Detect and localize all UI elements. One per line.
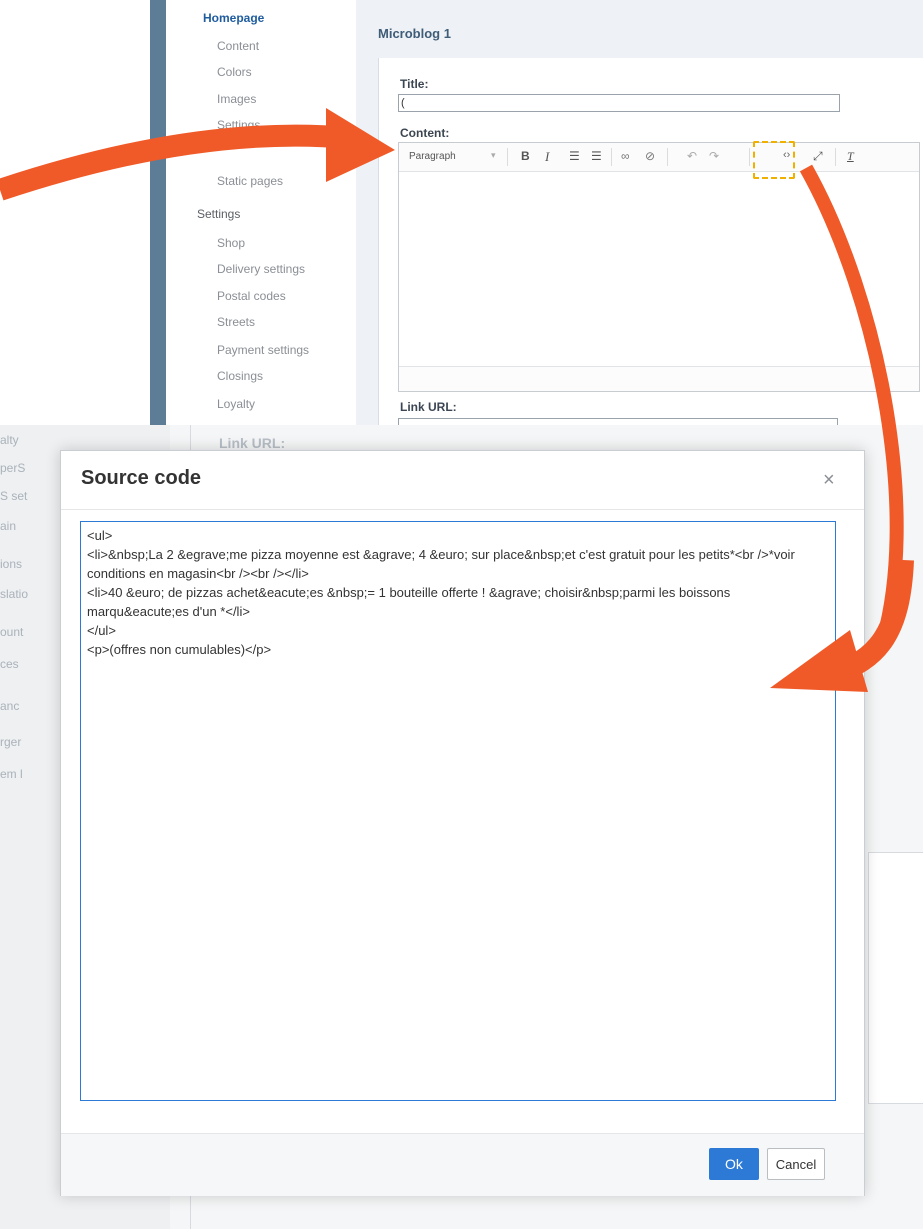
rich-text-editor[interactable]: Paragraph ▾ B I ☰ ☰ ∞ ⊘ ↶ ↷ ‹› ⤢ T xyxy=(398,142,920,392)
link-url-label: Link URL: xyxy=(400,400,457,414)
editor-toolbar: Paragraph ▾ B I ☰ ☰ ∞ ⊘ ↶ ↷ ‹› ⤢ T xyxy=(399,143,919,172)
dialog-title: Source code xyxy=(81,467,202,489)
toolbar-divider xyxy=(507,148,508,166)
sidebar-fragment: alty xyxy=(0,433,19,447)
bullet-list-icon[interactable]: ☰ xyxy=(591,149,602,163)
sidebar-fragment: slatio xyxy=(0,587,29,601)
editor-statusbar xyxy=(399,366,919,391)
sidebar-item-content[interactable]: Content xyxy=(217,39,259,53)
source-code-textarea[interactable]: <ul> <li>&nbsp;La 2 &egrave;me pizza moy… xyxy=(80,521,836,1101)
sidebar-fragment: anc xyxy=(0,699,20,713)
sidebar-fragment: perS xyxy=(0,461,26,475)
sidebar-item-loyalty[interactable]: Loyalty xyxy=(217,397,255,411)
clear-format-icon[interactable]: T xyxy=(847,149,854,164)
ok-button[interactable]: Ok xyxy=(709,1148,759,1180)
sidebar-section-settings[interactable]: Settings xyxy=(197,207,240,221)
sidebar-edge-bar xyxy=(150,0,166,430)
sidebar-item-settings[interactable]: Settings xyxy=(217,118,260,132)
toolbar-divider xyxy=(667,148,668,166)
content-label: Content: xyxy=(400,126,450,140)
undo-icon[interactable]: ↶ xyxy=(687,149,697,163)
bold-icon[interactable]: B xyxy=(521,149,530,163)
title-input[interactable]: ( xyxy=(398,94,840,112)
sidebar-item-static-pages[interactable]: Static pages xyxy=(217,174,283,188)
chevron-down-icon[interactable]: ▾ xyxy=(491,150,496,161)
sidebar-item-shop[interactable]: Shop xyxy=(217,236,245,250)
sidebar-item-streets[interactable]: Streets xyxy=(217,315,255,329)
source-code-button-highlight xyxy=(753,141,795,179)
block-format-select[interactable]: Paragraph xyxy=(409,151,456,162)
dialog-header-divider xyxy=(61,509,864,510)
sidebar-fragment: ces xyxy=(0,657,19,671)
source-code-dialog: Source code × <ul> <li>&nbsp;La 2 &egrav… xyxy=(60,450,865,1196)
sidebar-item-payment-settings[interactable]: Payment settings xyxy=(217,343,309,357)
sidebar-item-closings[interactable]: Closings xyxy=(217,369,263,383)
sidebar-fragment: em l xyxy=(0,767,23,781)
link-icon[interactable]: ∞ xyxy=(621,149,630,163)
sidebar-item-postal-codes[interactable]: Postal codes xyxy=(217,289,286,303)
background-textarea xyxy=(868,852,923,1104)
close-icon[interactable]: × xyxy=(823,469,835,492)
sidebar-item-delivery-settings[interactable]: Delivery settings xyxy=(217,262,305,276)
background-left xyxy=(0,0,150,430)
background-link-url-label: Link URL: xyxy=(219,435,286,451)
title-label: Title: xyxy=(400,77,429,91)
redo-icon[interactable]: ↷ xyxy=(709,149,719,163)
sidebar-fragment: ount xyxy=(0,625,24,639)
unlink-icon[interactable]: ⊘ xyxy=(645,149,655,163)
sidebar-item-homepage[interactable]: Homepage xyxy=(203,11,264,25)
toolbar-divider xyxy=(749,148,750,166)
dialog-footer: Ok Cancel xyxy=(61,1133,864,1196)
toolbar-divider xyxy=(835,148,836,166)
cancel-button[interactable]: Cancel xyxy=(767,1148,825,1180)
sidebar-fragment: ain xyxy=(0,519,17,533)
sidebar-item-images[interactable]: Images xyxy=(217,92,256,106)
italic-icon[interactable]: I xyxy=(545,149,549,165)
fullscreen-icon[interactable]: ⤢ xyxy=(813,149,823,164)
sidebar-item-colors[interactable]: Colors xyxy=(217,65,252,79)
section-title: Microblog 1 xyxy=(378,26,451,41)
ordered-list-icon[interactable]: ☰ xyxy=(569,149,580,163)
sidebar: Homepage Content Colors Images Settings … xyxy=(166,0,356,430)
sidebar-fragment: ions xyxy=(0,557,23,571)
toolbar-divider xyxy=(611,148,612,166)
sidebar-fragment: rger xyxy=(0,735,22,749)
sidebar-fragment: S set xyxy=(0,489,28,503)
